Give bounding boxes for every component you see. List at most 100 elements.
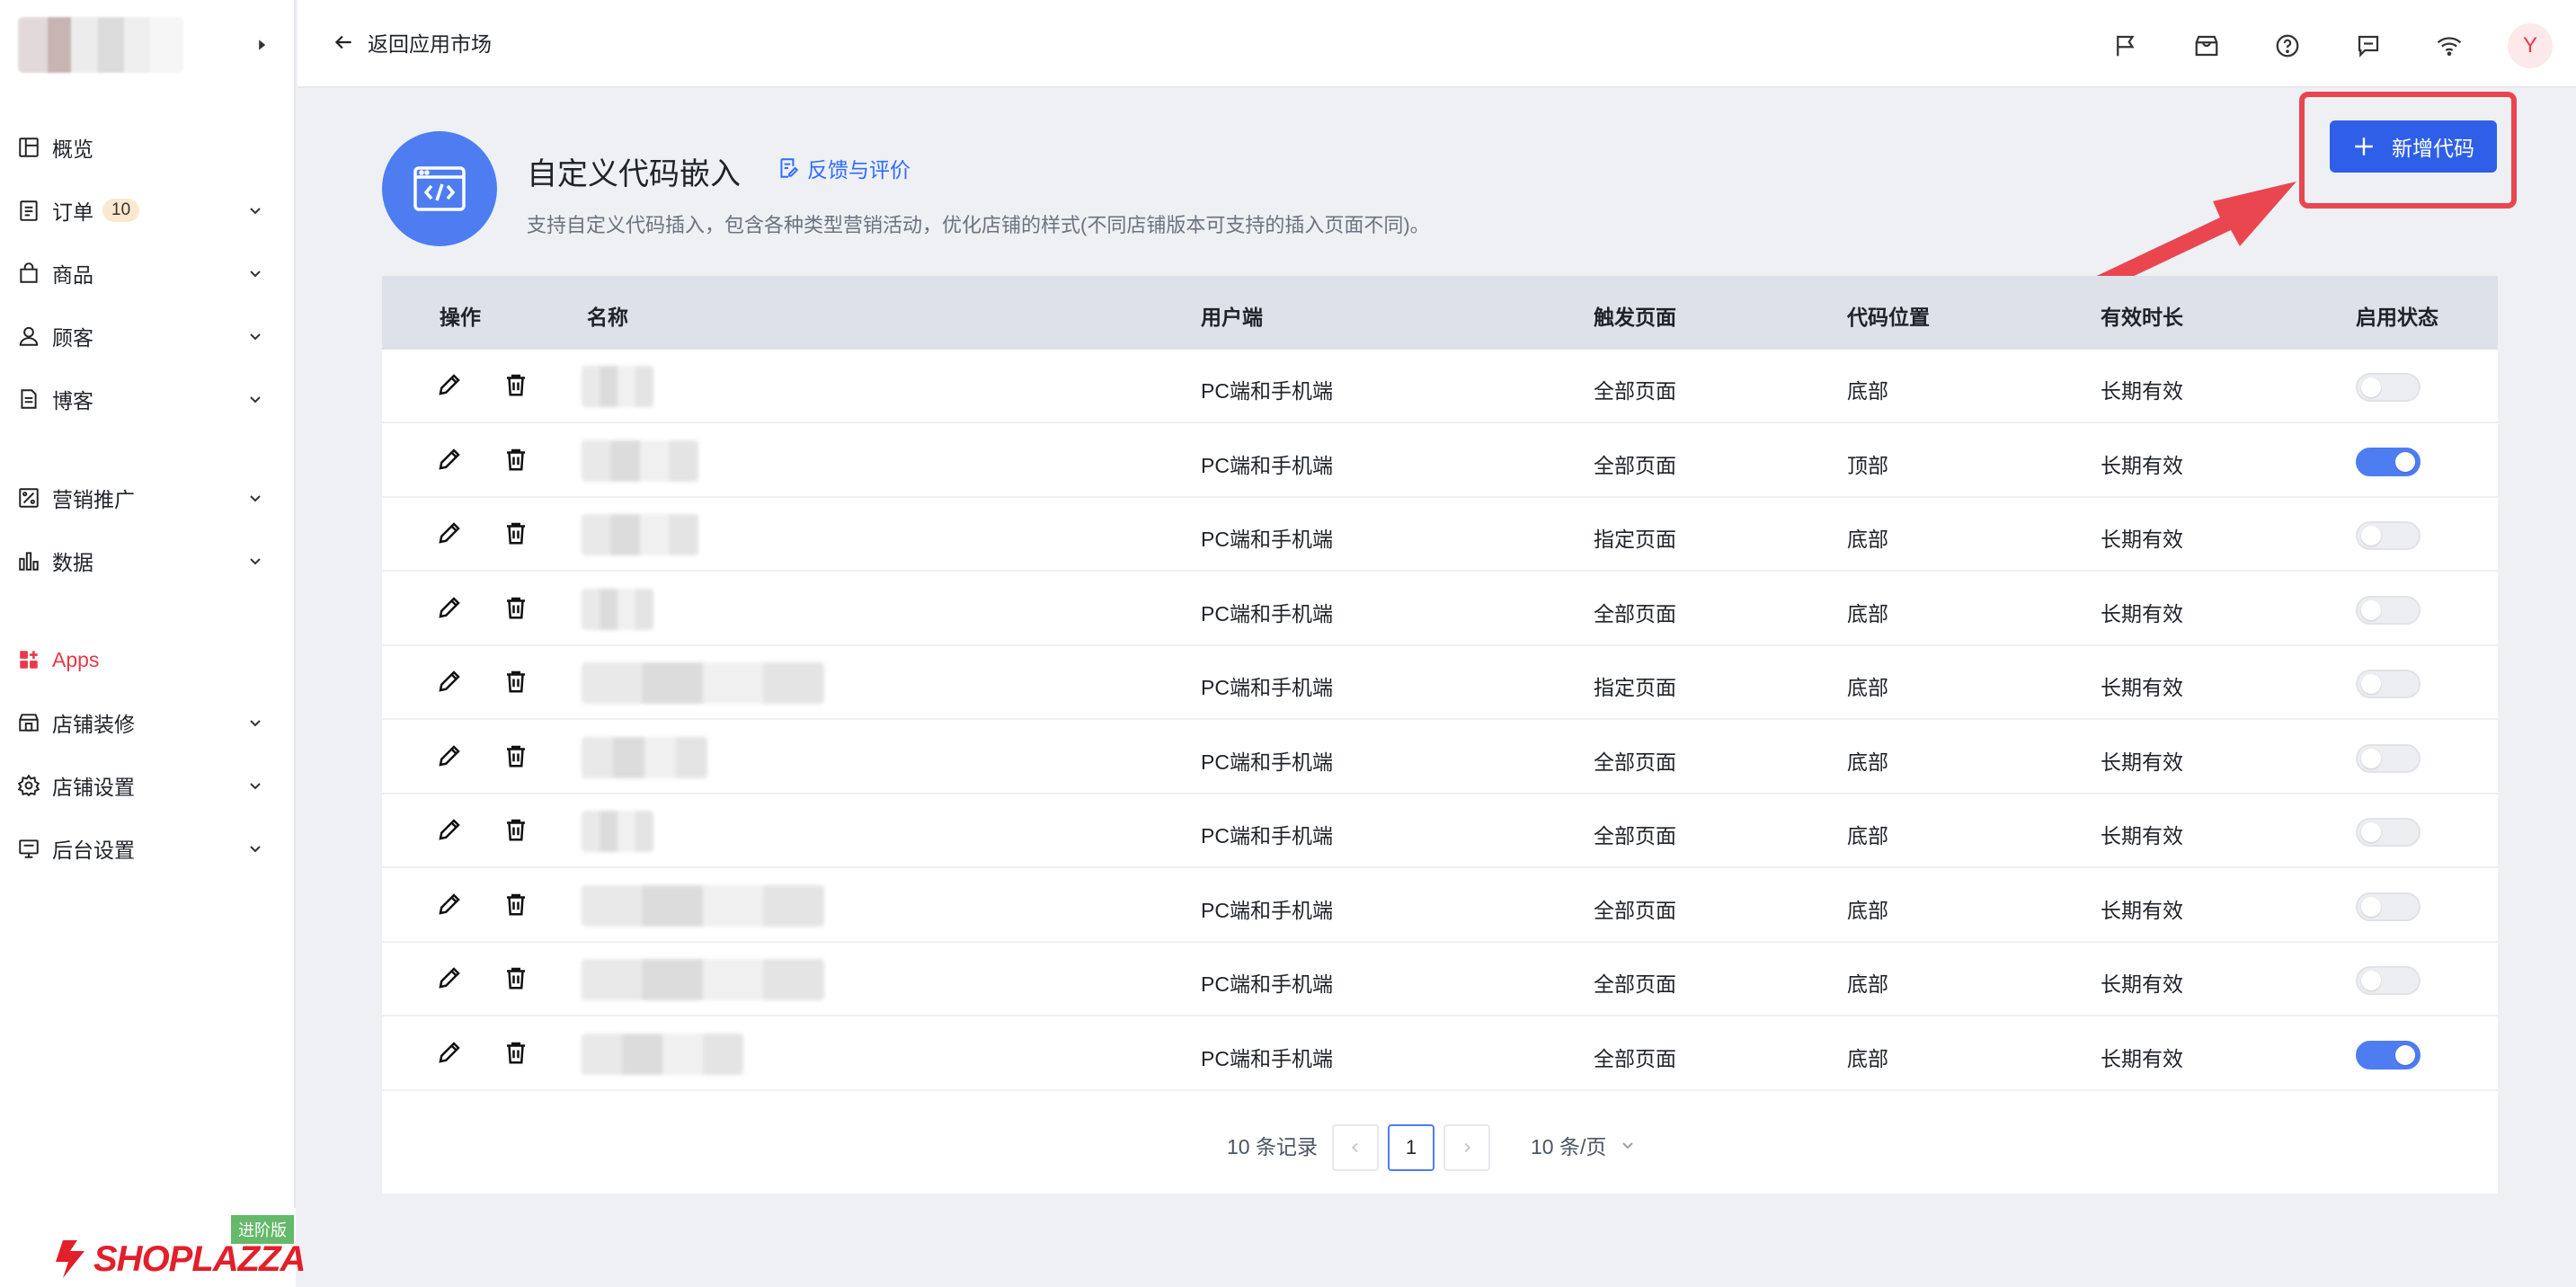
add-code-button[interactable]: 新增代码 — [2330, 120, 2497, 173]
client-cell: PC端和手机端 — [1201, 750, 1333, 774]
trash-icon — [507, 1042, 525, 1063]
edit-button[interactable] — [436, 371, 466, 402]
edit-button[interactable] — [436, 668, 466, 698]
delete-button[interactable] — [502, 668, 533, 698]
delete-button[interactable] — [502, 446, 533, 476]
duration-cell: 长期有效 — [2101, 750, 2183, 774]
toggle-knob — [2361, 526, 2381, 546]
store-avatar — [18, 17, 183, 73]
status-toggle[interactable] — [2356, 1040, 2421, 1070]
table-row: PC端和手机端 全部页面 底部 长期有效 — [382, 794, 2498, 868]
top-bar: 返回应用市场 Y — [298, 0, 2576, 88]
delete-button[interactable] — [502, 519, 533, 550]
edit-button[interactable] — [436, 891, 466, 921]
delete-button[interactable] — [502, 891, 533, 921]
sidebar-item-blog[interactable]: 博客 — [16, 374, 273, 424]
status-toggle[interactable] — [2356, 966, 2421, 995]
store-icon[interactable] — [2184, 23, 2229, 68]
delete-button[interactable] — [502, 594, 533, 625]
pencil-icon — [439, 670, 460, 692]
trigger-page-cell: 全部页面 — [1594, 898, 1676, 922]
delete-button[interactable] — [502, 964, 533, 995]
sidebar-item-analytics[interactable]: 数据 — [16, 536, 273, 586]
table-row: PC端和手机端 全部页面 底部 长期有效 — [382, 572, 2498, 646]
client-cell: PC端和手机端 — [1201, 824, 1333, 848]
edit-button[interactable] — [436, 742, 466, 773]
delete-button[interactable] — [502, 1039, 533, 1070]
status-toggle[interactable] — [2356, 818, 2421, 847]
page-size-select[interactable]: 10 条/页 — [1531, 1130, 1637, 1160]
status-toggle[interactable] — [2356, 447, 2421, 476]
sidebar-item-store-settings[interactable]: 店铺设置 — [16, 760, 273, 811]
edit-button[interactable] — [436, 446, 466, 476]
column-header-actions: 操作 — [440, 306, 481, 329]
trigger-page-cell: 全部页面 — [1594, 601, 1676, 626]
toggle-knob — [2361, 748, 2381, 768]
edit-button[interactable] — [436, 964, 466, 995]
flag-icon[interactable] — [2103, 23, 2148, 68]
chevron-right-icon — [1464, 1142, 1470, 1153]
feedback-link[interactable]: 反馈与评价 — [777, 153, 910, 183]
code-position-cell: 底部 — [1847, 898, 1888, 922]
pencil-icon — [439, 374, 460, 395]
status-toggle[interactable] — [2356, 595, 2421, 625]
edit-button[interactable] — [436, 519, 466, 550]
status-toggle[interactable] — [2356, 743, 2421, 773]
code-name-redacted — [582, 588, 653, 630]
sidebar-item-store-design[interactable]: 店铺装修 — [16, 697, 273, 748]
edit-button[interactable] — [436, 594, 466, 625]
store-settings-icon — [16, 773, 41, 798]
client-cell: PC端和手机端 — [1201, 528, 1333, 551]
delete-button[interactable] — [502, 371, 533, 402]
user-avatar[interactable]: Y — [2508, 23, 2553, 68]
client-cell: PC端和手机端 — [1201, 601, 1333, 626]
page-number-button[interactable]: 1 — [1388, 1124, 1435, 1171]
brand-footer: 进阶版 SHOPLAZZA — [0, 1208, 306, 1287]
status-toggle[interactable] — [2356, 373, 2421, 402]
pencil-icon — [439, 596, 460, 618]
edit-button[interactable] — [436, 1039, 466, 1070]
chevron-down-icon — [250, 720, 261, 727]
client-cell: PC端和手机端 — [1201, 453, 1333, 477]
code-list-table: 操作 名称 用户端 触发页面 代码位置 有效时长 启用状态 PC端和手机端 全部页… — [382, 276, 2498, 1194]
sidebar-item-customers[interactable]: 顾客 — [16, 311, 273, 361]
column-header-duration: 有效时长 — [2101, 306, 2183, 329]
orders-icon — [16, 198, 41, 223]
wifi-icon[interactable] — [2427, 23, 2472, 68]
status-toggle[interactable] — [2356, 670, 2421, 698]
pencil-icon — [439, 1041, 460, 1063]
column-header-name: 名称 — [587, 306, 628, 329]
caret-right-icon — [259, 40, 266, 50]
feedback-icon — [780, 158, 799, 178]
back-to-app-market-link[interactable]: 返回应用市场 — [332, 27, 492, 58]
sidebar-item-orders[interactable]: 订单 10 — [16, 185, 273, 235]
next-page-button[interactable] — [1443, 1124, 1490, 1171]
delete-button[interactable] — [502, 742, 533, 773]
status-toggle[interactable] — [2356, 892, 2421, 921]
message-icon[interactable] — [2346, 23, 2391, 68]
table-row: PC端和手机端 指定页面 底部 长期有效 — [382, 646, 2498, 720]
client-cell: PC端和手机端 — [1201, 676, 1333, 699]
add-code-label: 新增代码 — [2392, 137, 2474, 160]
code-position-cell: 底部 — [1847, 1046, 1888, 1070]
duration-cell: 长期有效 — [2101, 1046, 2183, 1070]
sidebar-item-label: 顾客 — [52, 326, 93, 350]
status-toggle[interactable] — [2356, 521, 2421, 550]
sidebar-item-admin-settings[interactable]: 后台设置 — [16, 823, 273, 874]
sidebar-item-apps[interactable]: Apps — [16, 635, 273, 685]
trigger-page-cell: 全部页面 — [1594, 1046, 1676, 1070]
store-design-icon — [16, 710, 41, 735]
sidebar-item-overview[interactable]: 概览 — [16, 122, 273, 173]
toggle-knob — [2395, 451, 2415, 472]
edit-button[interactable] — [436, 816, 466, 847]
delete-button[interactable] — [502, 816, 533, 847]
trash-icon — [507, 967, 525, 990]
sidebar-item-label: 后台设置 — [52, 839, 135, 862]
store-switcher[interactable] — [18, 16, 273, 74]
column-header-code-position: 代码位置 — [1847, 306, 1930, 329]
prev-page-button[interactable] — [1332, 1124, 1379, 1171]
help-icon[interactable] — [2265, 23, 2310, 68]
sidebar-item-products[interactable]: 商品 — [16, 248, 273, 298]
sidebar-item-marketing[interactable]: 营销推广 — [16, 473, 273, 523]
trash-icon — [507, 670, 525, 693]
